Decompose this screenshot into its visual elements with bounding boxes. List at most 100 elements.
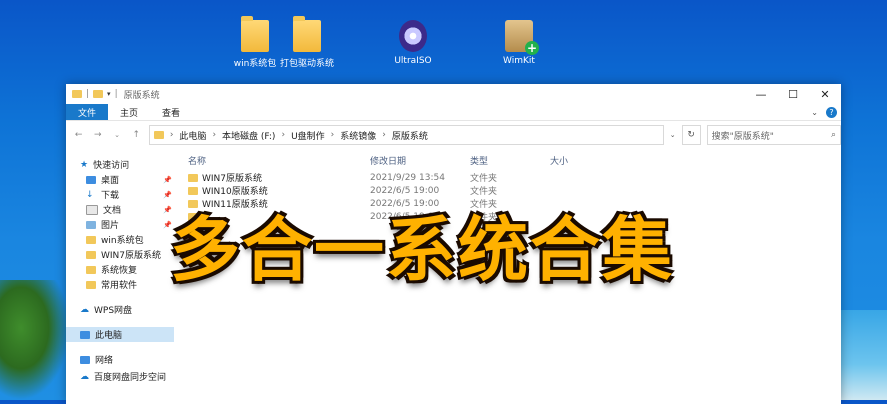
back-arrow-icon[interactable]: ←: [72, 130, 85, 140]
file-name: WIN7原版系统: [202, 174, 263, 184]
desktop-icon-wimkit[interactable]: + WimKit: [484, 20, 554, 66]
file-row[interactable]: WIN10原版系统 2022/6/5 19:00 文件夹: [188, 184, 841, 197]
chevron-right-icon: ›: [281, 130, 286, 140]
folder-icon: [86, 280, 96, 289]
chevron-down-icon[interactable]: ⌄: [670, 131, 676, 139]
sidebar-item-label: 图片: [101, 221, 120, 231]
pin-icon: 📌: [163, 175, 172, 184]
search-icon: ⌕: [830, 130, 837, 140]
file-type: 文件夹: [470, 174, 498, 184]
chevron-right-icon: ›: [382, 130, 386, 140]
minimize-button[interactable]: —: [745, 88, 777, 101]
chevron-down-icon[interactable]: ▾: [107, 90, 111, 98]
sidebar-item-label: 系统恢复: [101, 266, 138, 276]
pin-icon: 📌: [163, 190, 172, 199]
desktop-icon-label: UltraISO: [394, 56, 432, 66]
plus-icon: +: [525, 41, 539, 55]
network-icon: [80, 355, 90, 364]
close-button[interactable]: ✕: [809, 88, 841, 101]
folder-icon: [153, 131, 164, 139]
document-icon: [86, 204, 98, 215]
up-arrow-icon[interactable]: ↑: [130, 130, 143, 140]
desktop-icon-ultraiso[interactable]: UltraISO: [378, 20, 448, 66]
cloud-icon: ☁: [80, 371, 89, 382]
sidebar-item-label: 常用软件: [101, 281, 138, 291]
cloud-icon: ☁: [80, 304, 89, 315]
ribbon-tabs: 文件 主页 查看 ⌄ ?: [66, 104, 841, 121]
breadcrumb-usb-make[interactable]: U盘制作: [291, 129, 325, 142]
file-date: 2021/9/29 13:54: [370, 172, 445, 183]
sidebar-item-desktop[interactable]: 桌面 📌: [66, 172, 174, 187]
sidebar-item-label: WPS网盘: [94, 306, 133, 316]
maximize-button[interactable]: ☐: [777, 88, 809, 101]
sidebar-item-label: 文档: [103, 206, 122, 216]
sidebar-item-label: 桌面: [101, 176, 120, 186]
help-icon[interactable]: ?: [826, 106, 837, 118]
file-name: WIN10原版系统: [202, 187, 268, 197]
picture-icon: [86, 220, 96, 229]
sidebar-item-downloads[interactable]: ↓ 下载 📌: [66, 187, 174, 202]
column-header-date[interactable]: 修改日期: [370, 154, 470, 167]
search-input[interactable]: 搜索"原版系统" ⌕: [706, 125, 842, 145]
file-row[interactable]: WIN7原版系统 2021/9/29 13:54 文件夹: [188, 171, 841, 184]
file-date: 2022/6/5 19:00: [370, 185, 440, 196]
tab-view[interactable]: 查看: [150, 104, 192, 120]
sidebar-item-network[interactable]: 网络: [66, 352, 174, 367]
sidebar-item-documents[interactable]: 文档 📌: [66, 202, 174, 217]
sidebar-item-wps-cloud[interactable]: ☁ WPS网盘: [66, 302, 174, 317]
file-type: 文件夹: [470, 187, 498, 197]
tab-file[interactable]: 文件: [66, 104, 109, 120]
folder-icon: [188, 173, 198, 182]
sidebar-item-quick-access[interactable]: ★ 快速访问: [66, 157, 174, 172]
forward-arrow-icon[interactable]: →: [91, 130, 104, 140]
star-icon: ★: [80, 159, 89, 170]
chevron-right-icon: ›: [169, 130, 174, 140]
chevron-down-icon[interactable]: ⌄: [110, 131, 123, 139]
download-icon: ↓: [86, 189, 94, 200]
column-header-size[interactable]: 大小: [550, 154, 610, 167]
sidebar-item-label: 此电脑: [95, 331, 123, 341]
sidebar-item-folder[interactable]: 常用软件: [66, 277, 174, 292]
promo-overlay-title: 多合一系统合集: [170, 209, 674, 291]
desktop-icon-label: 打包驱动系统: [279, 59, 334, 69]
breadcrumb-this-pc[interactable]: 此电脑: [179, 129, 206, 142]
column-headers: 名称 修改日期 类型 大小: [188, 149, 841, 171]
sidebar-item-label: 下载: [101, 191, 120, 201]
chevron-right-icon: ›: [212, 130, 217, 140]
quick-access-toolbar: | ▾ |: [72, 89, 118, 99]
sidebar-item-pictures[interactable]: 图片 📌: [66, 217, 174, 232]
disc-icon: [399, 20, 427, 52]
sidebar-item-label: 网络: [95, 356, 114, 366]
sidebar-item-folder[interactable]: 系统恢复: [66, 262, 174, 277]
sea-decoration: [837, 310, 887, 400]
column-header-name[interactable]: 名称: [188, 154, 370, 167]
sidebar-item-label: 百度网盘同步空间: [94, 373, 167, 383]
folder-icon: [72, 90, 82, 98]
column-header-type[interactable]: 类型: [470, 154, 550, 167]
package-icon: +: [505, 20, 539, 55]
sidebar-item-label: 快速访问: [93, 161, 130, 171]
sidebar-item-this-pc[interactable]: 此电脑: [66, 327, 174, 342]
breadcrumb-system-images[interactable]: 系统镜像: [340, 129, 376, 142]
sidebar-item-folder[interactable]: WIN7原版系统: [66, 247, 174, 262]
chevron-right-icon: ›: [330, 130, 335, 140]
refresh-button[interactable]: ↻: [681, 125, 701, 145]
navigation-pane: ★ 快速访问 桌面 📌 ↓ 下载 📌 文档 📌 图片 📌 win系统包 WIN7…: [66, 149, 174, 384]
breadcrumb-original-system[interactable]: 原版系统: [392, 129, 428, 142]
window-controls: — ☐ ✕: [745, 88, 841, 101]
search-placeholder: 搜索"原版系统": [711, 131, 774, 142]
tab-home[interactable]: 主页: [108, 104, 150, 120]
separator-icon: |: [86, 89, 90, 99]
folder-icon[interactable]: [93, 90, 104, 98]
app-icon: [241, 16, 269, 52]
sidebar-item-folder[interactable]: win系统包: [66, 232, 174, 247]
palm-tree-decoration: [0, 280, 70, 400]
desktop-icon-driver-system[interactable]: 打包驱动系统: [272, 16, 342, 69]
folder-icon: [188, 186, 198, 195]
breadcrumb-local-disk[interactable]: 本地磁盘 (F:): [222, 129, 275, 142]
chevron-down-icon[interactable]: ⌄: [811, 108, 818, 117]
desktop-icon: [86, 175, 96, 184]
sidebar-item-baidu-sync[interactable]: ☁ 百度网盘同步空间: [66, 369, 174, 384]
navigation-bar: ← → ⌄ ↑ › 此电脑 › 本地磁盘 (F:) › U盘制作 › 系统镜像 …: [66, 121, 842, 149]
address-bar[interactable]: › 此电脑 › 本地磁盘 (F:) › U盘制作 › 系统镜像 › 原版系统: [148, 125, 664, 145]
